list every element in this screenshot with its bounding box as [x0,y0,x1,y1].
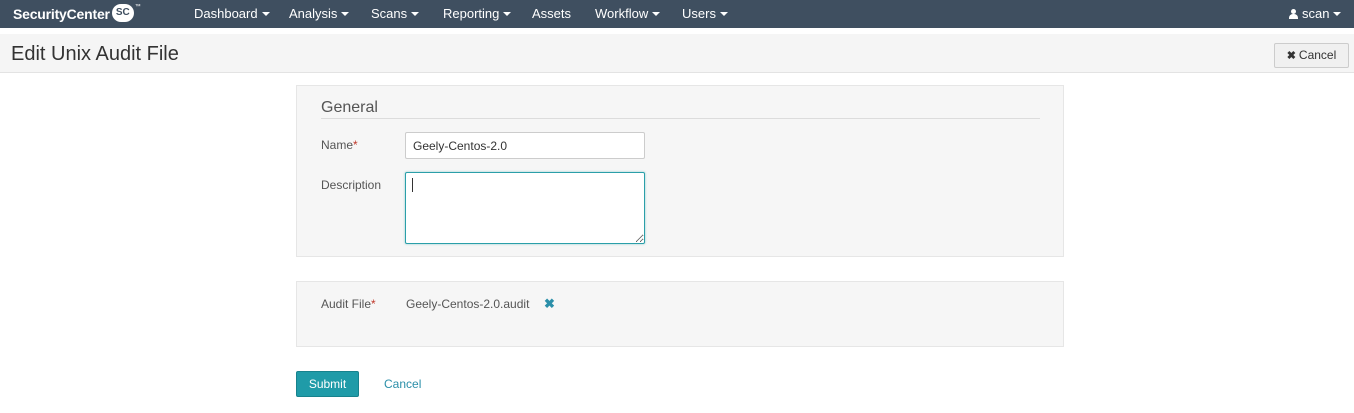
nav-scans[interactable]: Scans [371,0,420,28]
close-icon: ✖ [1286,50,1296,62]
nav-assets[interactable]: Assets [532,0,571,28]
audit-file-panel [296,281,1064,347]
chevron-down-icon [341,11,350,16]
header-cancel-label: Cancel [1298,48,1337,62]
nav-dashboard-label: Dashboard [194,6,258,21]
nav-dashboard[interactable]: Dashboard [194,0,270,28]
top-navbar: SecurityCenter SC ™ Dashboard Analysis S… [0,0,1354,28]
chevron-down-icon [503,11,512,16]
nav-reporting-label: Reporting [443,6,500,21]
nav-analysis[interactable]: Analysis [289,0,350,28]
nav-reporting[interactable]: Reporting [443,0,512,28]
name-label: Name* [321,138,358,152]
chevron-down-icon [719,11,728,16]
nav-users-label: Users [682,6,716,21]
header-cancel-button[interactable]: ✖ Cancel [1274,43,1349,68]
chevron-down-icon [652,11,661,16]
nav-analysis-label: Analysis [289,6,338,21]
general-legend: General [321,99,378,116]
brand-trademark: ™ [134,4,141,10]
nav-users[interactable]: Users [682,0,728,28]
nav-scans-label: Scans [371,6,408,21]
user-icon [1289,9,1298,19]
description-label: Description [321,178,382,192]
brand-logo[interactable]: SecurityCenter SC ™ [13,4,141,24]
audit-file-label-text: Audit File [321,297,372,311]
page-title: Edit Unix Audit File [11,43,179,65]
brand-badge: SC [111,4,134,22]
name-input[interactable] [405,132,645,159]
audit-file-name: Geely-Centos-2.0.audit [406,297,530,311]
user-menu-label: scan [1302,6,1330,21]
nav-workflow-label: Workflow [595,6,649,21]
user-menu[interactable]: scan [1289,0,1342,28]
page-header: Edit Unix Audit File ✖ Cancel [0,34,1354,73]
nav-assets-label: Assets [532,6,572,21]
chevron-down-icon [411,11,420,16]
chevron-down-icon [261,11,270,16]
description-textarea[interactable] [405,172,645,244]
audit-file-label: Audit File* [321,297,376,311]
brand-text: SecurityCenter [13,6,110,22]
close-icon[interactable]: ✖ [544,296,555,312]
submit-button[interactable]: Submit [296,371,359,397]
legend-divider [321,118,1040,119]
text-cursor [412,178,413,192]
nav-workflow[interactable]: Workflow [595,0,661,28]
name-label-text: Name [321,138,354,152]
required-marker: * [371,297,376,311]
chevron-down-icon [1333,11,1342,16]
cancel-link[interactable]: Cancel [384,377,421,391]
required-marker: * [353,138,358,152]
